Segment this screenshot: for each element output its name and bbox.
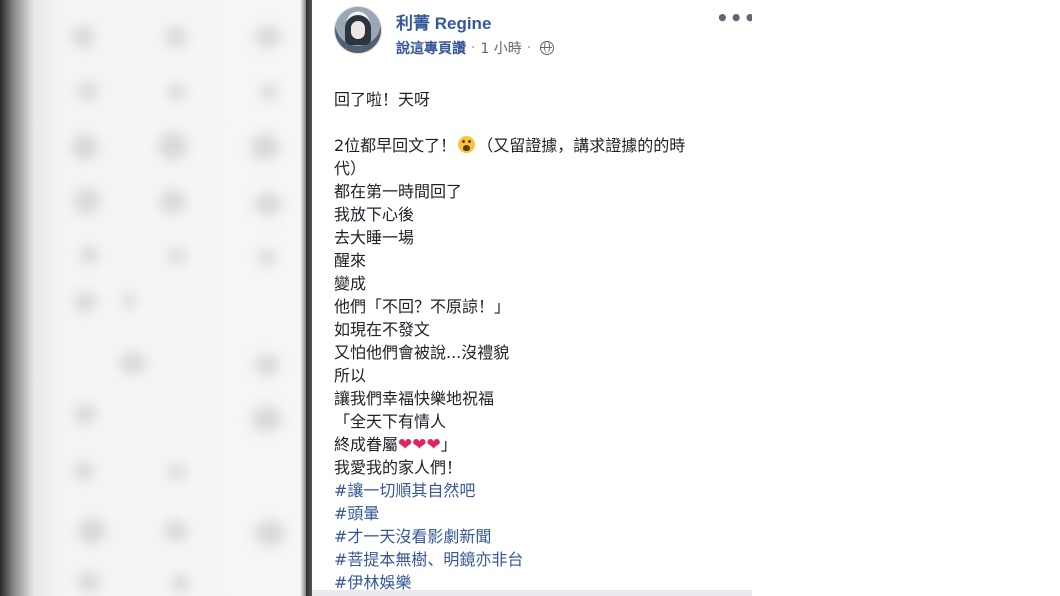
avatar[interactable] xyxy=(334,6,382,54)
post-meta: 說這專頁讚 · 1 小時 · xyxy=(396,38,555,58)
crying-emoji-icon xyxy=(458,136,476,153)
post-line: 我愛我的家人們！ xyxy=(334,458,463,477)
post-line: 回了啦！天呀 xyxy=(334,90,431,109)
post-line: 終成眷屬❤❤❤」 xyxy=(334,433,744,456)
background-right xyxy=(752,0,1060,596)
post-text: 終成眷屬 xyxy=(334,435,399,454)
heart-icon: ❤❤❤ xyxy=(398,435,441,455)
hashtag-link[interactable]: #讓一切順其自然吧 xyxy=(334,479,744,502)
globe-icon xyxy=(540,41,555,55)
hashtag-link[interactable]: #菩提本無樹、明鏡亦非台 xyxy=(334,548,744,571)
post-line: 代） xyxy=(334,159,367,178)
post-line: 他們「不回？不原諒！」 xyxy=(334,297,511,316)
more-options-icon[interactable]: ••• xyxy=(716,8,752,28)
post-text: （又留證據，講求證據的的時 xyxy=(477,136,686,155)
post-line: 2位都早回文了！ （又留證據，講求證據的的時 xyxy=(334,134,744,157)
post-line: 我放下心後 xyxy=(334,205,415,224)
meta-separator: · xyxy=(471,40,476,56)
card-bottom-edge xyxy=(312,590,752,596)
post-line: 如現在不發文 xyxy=(334,320,431,339)
post-line: 都在第一時間回了 xyxy=(334,182,463,201)
post-text: 」 xyxy=(440,435,457,454)
hashtag-link[interactable]: #才一天沒看影劇新聞 xyxy=(334,525,744,548)
post-line: 「全天下有情人 xyxy=(334,412,447,431)
liked-page-link[interactable]: 說這專頁讚 xyxy=(396,38,466,58)
post-line: 變成 xyxy=(334,274,367,293)
post-line: 又怕他們會被說...沒禮貌 xyxy=(334,343,510,362)
post-line: 去大睡一場 xyxy=(334,228,415,247)
timestamp[interactable]: 1 小時 xyxy=(480,38,521,58)
hashtag-link[interactable]: #頭暈 xyxy=(334,502,744,525)
facebook-post: 利菁 Regine 說這專頁讚 · 1 小時 · ••• 回了啦！天呀 2位都早… xyxy=(312,0,752,596)
post-line: 醒來 xyxy=(334,251,367,270)
meta-separator-2: · xyxy=(526,40,532,56)
post-body: 回了啦！天呀 2位都早回文了！ （又留證據，講求證據的的時 代） 都在第一時間回了… xyxy=(334,88,744,594)
post-line: 所以 xyxy=(334,366,367,385)
post-line: 讓我們幸福快樂地祝福 xyxy=(334,389,495,408)
post-text: 2位都早回文了！ xyxy=(334,136,457,155)
blurred-background-left xyxy=(0,0,310,596)
author-name[interactable]: 利菁 Regine xyxy=(396,9,491,34)
